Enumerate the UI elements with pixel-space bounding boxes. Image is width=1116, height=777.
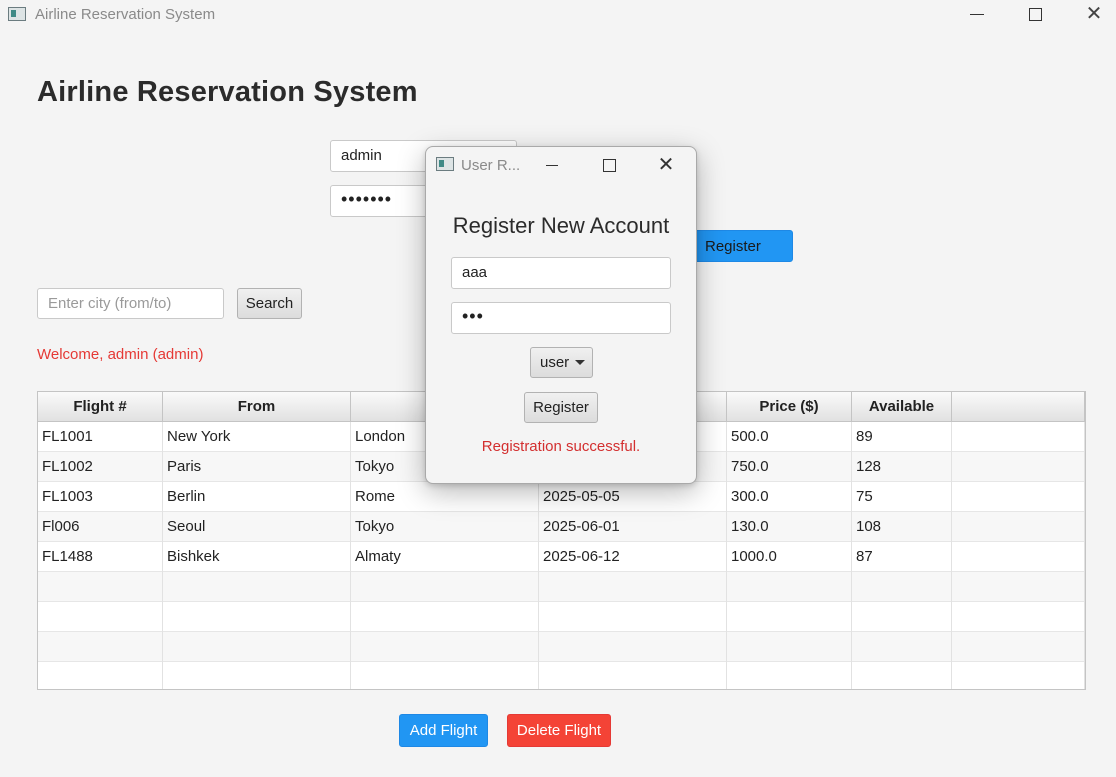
role-select[interactable]: user xyxy=(530,347,593,378)
user-registration-dialog: User R... ✕ Register New Account aaa •••… xyxy=(425,146,697,484)
table-cell xyxy=(952,482,1085,512)
status-message: Registration successful. xyxy=(481,438,641,455)
table-cell: Rome xyxy=(351,482,539,512)
table-cell: Paris xyxy=(163,452,351,482)
table-cell xyxy=(952,422,1085,452)
empty-table-row xyxy=(38,632,1085,662)
window-titlebar: Airline Reservation System ✕ xyxy=(0,0,1116,30)
table-cell: 128 xyxy=(852,452,952,482)
table-cell: 108 xyxy=(852,512,952,542)
search-button[interactable]: Search xyxy=(237,288,302,319)
close-icon[interactable]: ✕ xyxy=(1082,4,1106,26)
table-cell: FL1001 xyxy=(38,422,163,452)
column-header-flight[interactable]: Flight # xyxy=(38,392,163,421)
table-cell: FL1003 xyxy=(38,482,163,512)
empty-table-row xyxy=(38,572,1085,602)
column-header-filler xyxy=(952,392,1085,421)
table-cell: FL1488 xyxy=(38,542,163,572)
table-cell: 130.0 xyxy=(727,512,852,542)
table-row[interactable]: Fl006 Seoul Tokyo 2025-06-01 130.0 108 xyxy=(38,512,1085,542)
table-cell: Tokyo xyxy=(351,512,539,542)
table-cell: 500.0 xyxy=(727,422,852,452)
new-username-field[interactable]: aaa xyxy=(451,257,671,289)
search-input[interactable] xyxy=(37,288,224,319)
table-cell: Berlin xyxy=(163,482,351,512)
empty-table-row xyxy=(38,662,1085,689)
column-header-from[interactable]: From xyxy=(163,392,351,421)
welcome-message: Welcome, admin (admin) xyxy=(37,346,204,363)
table-cell xyxy=(952,452,1085,482)
table-cell: 75 xyxy=(852,482,952,512)
table-cell: New York xyxy=(163,422,351,452)
table-cell: 750.0 xyxy=(727,452,852,482)
add-flight-button[interactable]: Add Flight xyxy=(399,714,488,747)
column-header-price[interactable]: Price ($) xyxy=(727,392,852,421)
app-icon xyxy=(436,157,454,171)
table-cell: 2025-05-05 xyxy=(539,482,727,512)
table-cell xyxy=(952,512,1085,542)
app-icon xyxy=(8,7,26,21)
maximize-icon[interactable] xyxy=(598,155,620,175)
table-cell: FL1002 xyxy=(38,452,163,482)
dialog-register-button[interactable]: Register xyxy=(524,392,598,423)
table-row[interactable]: FL1488 Bishkek Almaty 2025-06-12 1000.0 … xyxy=(38,542,1085,572)
dialog-heading: Register New Account xyxy=(452,213,670,238)
register-button[interactable]: Register xyxy=(692,230,793,262)
close-icon[interactable]: ✕ xyxy=(655,154,677,176)
dropdown-caret-icon xyxy=(575,360,586,365)
table-cell: Fl006 xyxy=(38,512,163,542)
table-row[interactable]: FL1003 Berlin Rome 2025-05-05 300.0 75 xyxy=(38,482,1085,512)
dialog-title: User R... xyxy=(461,157,521,174)
table-cell: 2025-06-01 xyxy=(539,512,727,542)
table-cell: Bishkek xyxy=(163,542,351,572)
page-title: Airline Reservation System xyxy=(37,76,418,108)
empty-table-row xyxy=(38,602,1085,632)
table-cell: 89 xyxy=(852,422,952,452)
delete-flight-button[interactable]: Delete Flight xyxy=(507,714,611,747)
table-cell: 87 xyxy=(852,542,952,572)
minimize-icon[interactable] xyxy=(965,4,989,26)
column-header-available[interactable]: Available xyxy=(852,392,952,421)
table-cell: 2025-06-12 xyxy=(539,542,727,572)
table-cell xyxy=(952,542,1085,572)
minimize-icon[interactable] xyxy=(542,155,564,175)
new-password-field[interactable]: ••• xyxy=(451,302,671,334)
table-cell: Almaty xyxy=(351,542,539,572)
table-cell: 1000.0 xyxy=(727,542,852,572)
table-cell: 300.0 xyxy=(727,482,852,512)
maximize-icon[interactable] xyxy=(1023,4,1047,26)
table-cell: Seoul xyxy=(163,512,351,542)
dialog-titlebar[interactable]: User R... ✕ xyxy=(426,147,696,183)
role-select-value: user xyxy=(540,354,570,371)
window-title: Airline Reservation System xyxy=(35,6,216,23)
